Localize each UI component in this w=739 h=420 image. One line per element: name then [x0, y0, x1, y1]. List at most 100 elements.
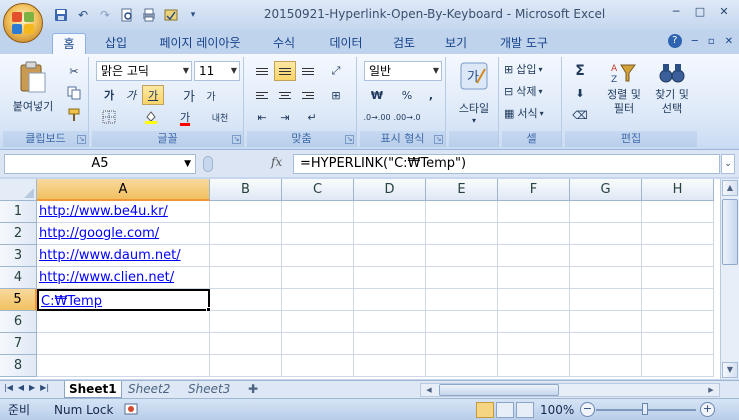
cell[interactable]	[282, 201, 354, 223]
ribbon-restore-icon[interactable]: ▫	[708, 36, 715, 48]
percent-button[interactable]: %	[396, 85, 418, 105]
merge-center-icon[interactable]: ⊞	[325, 85, 347, 105]
cell[interactable]	[354, 245, 426, 267]
tab-insert[interactable]: 삽입	[96, 33, 136, 54]
font-color-button[interactable]: 가	[174, 107, 196, 127]
scroll-down-icon[interactable]: ▼	[722, 362, 738, 378]
find-select-button[interactable]: 찾기 및 선택	[649, 61, 695, 116]
expand-formula-icon[interactable]: ⌄	[721, 154, 735, 174]
column-header-d[interactable]: D	[354, 179, 426, 201]
column-header-g[interactable]: G	[570, 179, 642, 201]
grow-font-button[interactable]: 가	[178, 85, 200, 105]
align-top-icon[interactable]	[251, 61, 273, 81]
comma-button[interactable]: ,	[420, 85, 442, 105]
copy-icon[interactable]	[63, 83, 85, 103]
formula-resize-handle[interactable]	[203, 156, 213, 172]
cell[interactable]	[642, 311, 714, 333]
font-launcher[interactable]: ↘	[232, 135, 241, 144]
cell[interactable]	[498, 289, 570, 311]
sheet-tab-sheet3[interactable]: Sheet3	[184, 381, 234, 398]
align-left-icon[interactable]	[251, 85, 273, 105]
cell[interactable]	[426, 267, 498, 289]
sheet-tab-sheet2[interactable]: Sheet2	[124, 381, 174, 398]
cell[interactable]	[37, 333, 210, 355]
paste-button[interactable]: 붙여넣기	[7, 61, 59, 114]
align-bottom-icon[interactable]	[297, 61, 319, 81]
cell[interactable]	[210, 289, 282, 311]
zoom-slider[interactable]	[596, 403, 696, 415]
cell[interactable]	[498, 267, 570, 289]
clipboard-launcher[interactable]: ↘	[77, 135, 86, 144]
italic-button[interactable]: 가	[120, 85, 142, 105]
column-header-f[interactable]: F	[498, 179, 570, 201]
number-launcher[interactable]: ↘	[434, 135, 443, 144]
maximize-button[interactable]: □	[689, 2, 711, 20]
cell[interactable]	[210, 201, 282, 223]
orientation-icon[interactable]: ⤢	[325, 61, 347, 81]
cut-icon[interactable]: ✂	[63, 61, 85, 81]
row-header[interactable]: 4	[0, 267, 37, 289]
next-sheet-icon[interactable]: ▶	[29, 383, 35, 392]
tab-home[interactable]: 홈	[52, 33, 86, 54]
column-header-e[interactable]: E	[426, 179, 498, 201]
cell[interactable]	[210, 267, 282, 289]
insert-function-button[interactable]: fx	[271, 155, 282, 169]
format-cells-button[interactable]: ▦ 서식 ▾	[504, 105, 560, 121]
cell[interactable]	[354, 223, 426, 245]
cell[interactable]	[570, 223, 642, 245]
macro-record-icon[interactable]	[124, 402, 138, 420]
cell[interactable]	[282, 267, 354, 289]
cell[interactable]	[354, 201, 426, 223]
cell[interactable]	[354, 355, 426, 377]
vertical-scrollbar[interactable]: ▲ ▼	[720, 179, 739, 379]
zoom-in-button[interactable]: +	[700, 402, 715, 417]
cell[interactable]	[642, 223, 714, 245]
page-layout-view-button[interactable]	[496, 402, 514, 418]
zoom-level[interactable]: 100%	[540, 402, 574, 418]
tab-review[interactable]: 검토	[384, 33, 424, 54]
cell[interactable]	[426, 245, 498, 267]
cell[interactable]	[354, 289, 426, 311]
hyperlink-cell[interactable]: http://www.be4u.kr/	[37, 201, 210, 223]
cell[interactable]	[354, 333, 426, 355]
zoom-out-button[interactable]: −	[580, 402, 595, 417]
column-header-b[interactable]: B	[210, 179, 282, 201]
horizontal-scrollbar[interactable]: ◀ ▶	[420, 383, 720, 397]
sheet-tab-sheet1[interactable]: Sheet1	[64, 381, 122, 398]
hyperlink-cell[interactable]: http://google.com/	[37, 223, 210, 245]
help-icon[interactable]: ?	[667, 34, 682, 48]
scroll-up-icon[interactable]: ▲	[722, 180, 738, 196]
normal-view-button[interactable]	[476, 402, 494, 418]
insert-sheet-icon[interactable]: ✚	[244, 381, 262, 398]
column-header-h[interactable]: H	[642, 179, 714, 201]
cell[interactable]	[570, 333, 642, 355]
cell[interactable]	[282, 355, 354, 377]
cell[interactable]	[498, 311, 570, 333]
close-button[interactable]: ✕	[713, 2, 735, 20]
alignment-launcher[interactable]: ↘	[345, 135, 354, 144]
row-header[interactable]: 2	[0, 223, 37, 245]
last-sheet-icon[interactable]: ▶|	[40, 383, 49, 392]
cell[interactable]	[282, 311, 354, 333]
cell[interactable]	[642, 245, 714, 267]
currency-button[interactable]: ₩	[366, 85, 388, 105]
cell[interactable]	[210, 245, 282, 267]
fill-color-icon[interactable]	[140, 107, 162, 127]
cell[interactable]	[37, 355, 210, 377]
border-icon[interactable]	[98, 107, 120, 127]
cell[interactable]	[210, 311, 282, 333]
cell[interactable]	[642, 289, 714, 311]
cell[interactable]	[498, 201, 570, 223]
cell[interactable]	[498, 245, 570, 267]
cell[interactable]	[498, 223, 570, 245]
decrease-decimal-icon[interactable]: .00→.0	[393, 107, 420, 127]
wrap-text-icon[interactable]: ↵	[301, 107, 323, 127]
underline-button[interactable]: 가	[142, 85, 164, 105]
cell[interactable]	[426, 289, 498, 311]
first-sheet-icon[interactable]: |◀	[4, 383, 13, 392]
tab-formulas[interactable]: 수식	[264, 33, 304, 54]
bold-button[interactable]: 가	[98, 85, 120, 105]
cell[interactable]	[642, 267, 714, 289]
scroll-left-icon[interactable]: ◀	[422, 384, 436, 396]
cell[interactable]	[282, 289, 354, 311]
